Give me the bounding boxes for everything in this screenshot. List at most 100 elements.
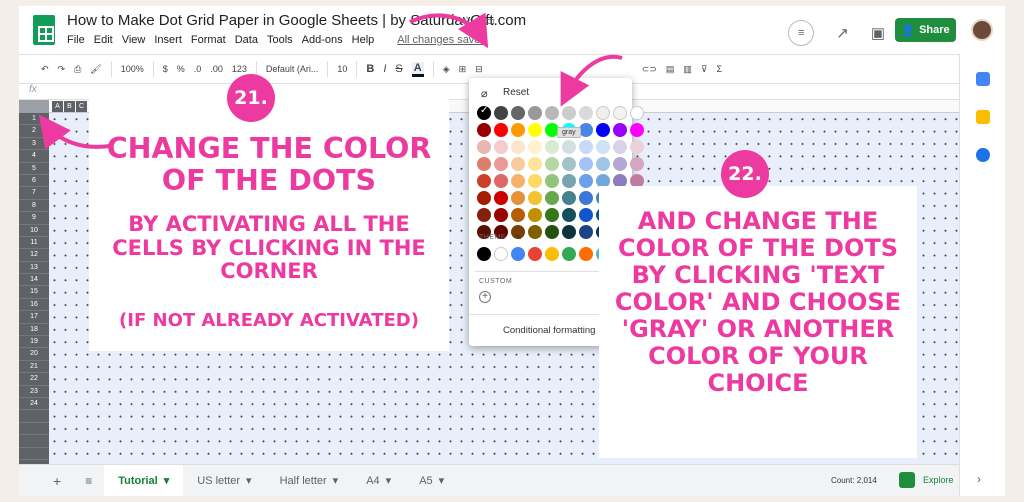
strikethrough-button[interactable]: S: [395, 63, 402, 75]
color-swatch[interactable]: [511, 191, 525, 205]
color-swatch[interactable]: [528, 157, 542, 171]
color-swatch[interactable]: [579, 123, 593, 137]
tab-a4[interactable]: A4 ▾: [352, 465, 405, 497]
comments-icon[interactable]: ▣: [871, 24, 885, 42]
row-header[interactable]: 21: [19, 361, 49, 374]
row-header[interactable]: 7: [19, 187, 49, 200]
row-header[interactable]: 24: [19, 398, 49, 411]
column-header[interactable]: C: [76, 101, 87, 112]
color-swatch[interactable]: [562, 191, 576, 205]
reset-icon[interactable]: ⌀: [481, 87, 488, 100]
color-swatch[interactable]: [494, 208, 508, 222]
color-swatch[interactable]: [562, 140, 576, 154]
color-swatch[interactable]: [579, 106, 593, 120]
zoom-select[interactable]: 100%: [121, 64, 144, 74]
sheets-logo-icon[interactable]: [33, 15, 55, 45]
color-swatch[interactable]: [494, 157, 508, 171]
color-swatch[interactable]: [630, 106, 644, 120]
color-swatch[interactable]: [579, 174, 593, 188]
theme-color-swatch[interactable]: [528, 247, 542, 261]
color-swatch[interactable]: [511, 174, 525, 188]
color-swatch[interactable]: [494, 106, 508, 120]
color-swatch[interactable]: [613, 157, 627, 171]
row-header[interactable]: 11: [19, 237, 49, 250]
select-all-corner[interactable]: [19, 100, 49, 113]
row-header[interactable]: [19, 448, 49, 460]
row-header[interactable]: 18: [19, 324, 49, 337]
color-swatch[interactable]: [562, 225, 576, 239]
color-swatch[interactable]: [494, 140, 508, 154]
borders-icon[interactable]: ⊞: [459, 64, 467, 75]
filter-icon[interactable]: ⊽: [701, 64, 708, 75]
theme-color-swatch[interactable]: [562, 247, 576, 261]
save-status[interactable]: All changes saved: [397, 34, 486, 46]
print-icon[interactable]: ⎙: [74, 64, 81, 75]
color-swatch[interactable]: [528, 106, 542, 120]
bold-button[interactable]: B: [366, 63, 374, 75]
row-header[interactable]: 3: [19, 138, 49, 151]
color-swatch[interactable]: [477, 123, 491, 137]
text-color-button[interactable]: A: [411, 61, 424, 77]
insert-comment-icon[interactable]: ▤: [666, 64, 675, 75]
color-swatch[interactable]: [528, 123, 542, 137]
row-header[interactable]: 12: [19, 249, 49, 262]
star-icon[interactable]: ☆: [461, 13, 473, 29]
color-swatch[interactable]: [511, 123, 525, 137]
color-swatch[interactable]: [596, 123, 610, 137]
column-header[interactable]: B: [64, 101, 75, 112]
reset-button[interactable]: Reset: [503, 87, 529, 98]
share-button[interactable]: 👤 Share: [895, 18, 956, 42]
color-swatch[interactable]: [613, 106, 627, 120]
conditional-formatting-link[interactable]: Conditional formatting: [503, 325, 595, 336]
color-swatch[interactable]: [477, 208, 491, 222]
color-swatch[interactable]: [579, 191, 593, 205]
color-swatch[interactable]: [596, 106, 610, 120]
color-swatch[interactable]: [477, 191, 491, 205]
link-icon[interactable]: ⊂⊃: [642, 64, 657, 75]
row-header[interactable]: 15: [19, 286, 49, 299]
paint-format-icon[interactable]: 🖌: [90, 64, 101, 75]
edit-theme-icon[interactable]: ✎: [515, 233, 522, 242]
color-swatch[interactable]: [511, 208, 525, 222]
row-header[interactable]: 17: [19, 311, 49, 324]
color-swatch[interactable]: [613, 123, 627, 137]
theme-color-swatch[interactable]: [511, 247, 525, 261]
explore-button[interactable]: Explore: [899, 472, 954, 488]
undo-icon[interactable]: ↶: [41, 64, 49, 75]
color-swatch[interactable]: [528, 174, 542, 188]
increase-decimal-button[interactable]: .00: [210, 64, 223, 74]
expand-panel-icon[interactable]: ›: [977, 472, 981, 486]
color-swatch[interactable]: [528, 140, 542, 154]
row-header[interactable]: 22: [19, 373, 49, 386]
row-header[interactable]: 8: [19, 200, 49, 213]
color-swatch[interactable]: [494, 174, 508, 188]
font-select[interactable]: Default (Ari...: [266, 64, 319, 74]
fill-color-icon[interactable]: ◈: [443, 64, 450, 75]
row-header[interactable]: 10: [19, 225, 49, 237]
row-header[interactable]: 2: [19, 125, 49, 138]
color-swatch[interactable]: [630, 157, 644, 171]
color-swatch[interactable]: [545, 225, 559, 239]
color-swatch[interactable]: [596, 140, 610, 154]
color-swatch[interactable]: [562, 106, 576, 120]
color-swatch[interactable]: [477, 105, 491, 120]
theme-color-swatch[interactable]: [579, 247, 593, 261]
menu-data[interactable]: Data: [235, 34, 258, 46]
tab-tutorial[interactable]: Tutorial ▾: [104, 464, 184, 496]
color-swatch[interactable]: [494, 123, 508, 137]
color-swatch[interactable]: [494, 191, 508, 205]
color-swatch[interactable]: [630, 123, 644, 137]
color-swatch[interactable]: [579, 208, 593, 222]
row-header[interactable]: 9: [19, 212, 49, 225]
color-swatch[interactable]: [528, 191, 542, 205]
menu-edit[interactable]: Edit: [94, 34, 113, 46]
color-swatch[interactable]: [545, 140, 559, 154]
functions-icon[interactable]: Σ: [716, 64, 722, 74]
color-swatch[interactable]: [528, 225, 542, 239]
redo-icon[interactable]: ↷: [58, 64, 66, 75]
add-custom-color-button[interactable]: +: [479, 291, 491, 303]
color-swatch[interactable]: [579, 140, 593, 154]
menu-help[interactable]: Help: [352, 34, 375, 46]
row-header[interactable]: 14: [19, 274, 49, 287]
percent-button[interactable]: %: [177, 64, 185, 74]
